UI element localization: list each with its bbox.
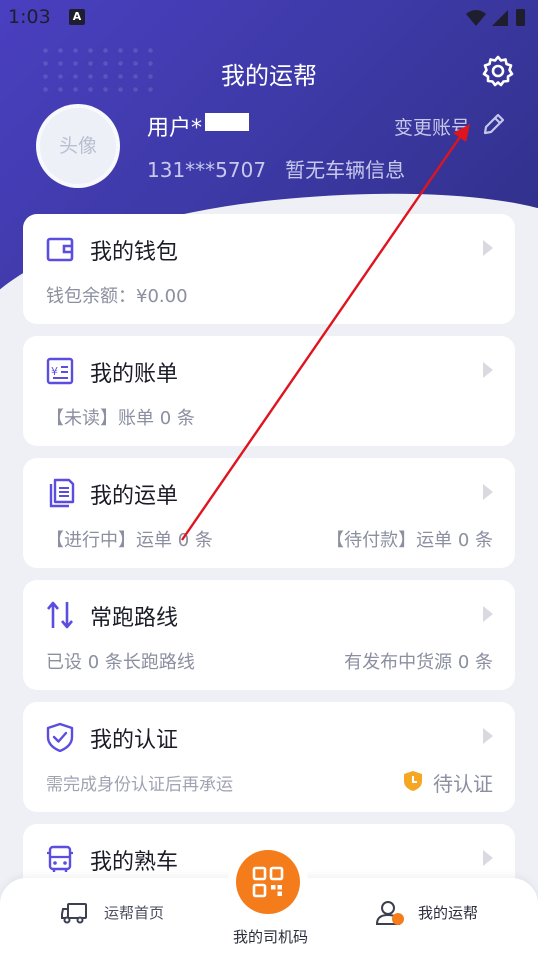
- settings-gear-icon[interactable]: [481, 54, 515, 88]
- route-title: 常跑路线: [90, 606, 179, 631]
- order-pending-payment[interactable]: 【待付款】运单 0 条: [326, 526, 493, 552]
- route-arrows-icon: [47, 601, 73, 629]
- route-card[interactable]: 常跑路线 已设 0 条长跑路线 有发布中货源 0 条: [23, 580, 515, 690]
- tab-mine[interactable]: 我的运帮: [372, 898, 492, 928]
- battery-icon: [516, 9, 525, 26]
- truck-icon: [61, 903, 87, 924]
- pending-clock-icon: [404, 771, 422, 791]
- bill-icon: ¥: [46, 357, 74, 385]
- chevron-right-icon: [483, 850, 493, 866]
- status-icons: [466, 9, 525, 26]
- phone-line: 131***5707 暂无车辆信息: [147, 154, 405, 183]
- tab-mine-label: 我的运帮: [418, 904, 479, 922]
- order-card[interactable]: 我的运单 【进行中】运单 0 条 【待付款】运单 0 条: [23, 458, 515, 568]
- wallet-icon: [46, 237, 74, 262]
- tab-qr-label[interactable]: 我的司机码: [233, 926, 308, 947]
- signal-icon: [492, 10, 508, 26]
- qr-code-icon: [252, 866, 284, 898]
- cert-title: 我的认证: [90, 728, 179, 753]
- username-redaction: [205, 113, 249, 131]
- chevron-right-icon: [483, 484, 493, 500]
- order-title: 我的运单: [90, 484, 179, 509]
- user-icon: [376, 901, 404, 925]
- driver-qr-button[interactable]: [236, 850, 300, 914]
- route-count: 已设 0 条长跑路线: [46, 652, 195, 673]
- shield-check-icon: [46, 722, 74, 752]
- username: 用户*: [147, 116, 203, 141]
- change-account-link[interactable]: 变更账号: [394, 113, 470, 140]
- status-time: 1:03: [8, 6, 51, 28]
- chevron-right-icon: [483, 240, 493, 256]
- wallet-title: 我的钱包: [90, 240, 179, 265]
- chevron-right-icon: [483, 362, 493, 378]
- cert-status: 待认证: [433, 772, 493, 796]
- phone-number: 131***5707: [147, 158, 267, 182]
- cert-hint: 需完成身份认证后再承运: [46, 775, 233, 795]
- status-bar: 1:03 A: [0, 0, 538, 36]
- document-icon: [49, 478, 75, 508]
- truck-front-icon: [47, 845, 73, 872]
- order-in-progress[interactable]: 【进行中】运单 0 条: [46, 526, 213, 552]
- wallet-balance: 钱包余额：¥0.00: [46, 286, 188, 307]
- tab-home[interactable]: 运帮首页: [56, 898, 176, 928]
- bill-unread: 【未读】账单 0 条: [46, 408, 195, 429]
- bill-title: 我的账单: [90, 362, 179, 387]
- page-title: 我的运帮: [221, 62, 317, 90]
- chevron-right-icon: [483, 606, 493, 622]
- bill-card[interactable]: ¥ 我的账单 【未读】账单 0 条: [23, 336, 515, 446]
- notification-a-icon: A: [69, 9, 85, 25]
- svg-text:¥: ¥: [51, 365, 58, 378]
- tab-home-label: 运帮首页: [104, 904, 165, 922]
- vehicle-info: 暂无车辆信息: [285, 158, 406, 182]
- chevron-right-icon: [483, 728, 493, 744]
- route-cargo-count: 有发布中货源 0 条: [344, 652, 493, 673]
- wifi-icon: [466, 10, 486, 26]
- app-screen: 1:03 A 我的运帮 头像 用户* 131***5707 暂无车辆信息 变更账…: [0, 0, 538, 958]
- avatar[interactable]: 头像: [36, 104, 120, 188]
- certification-card[interactable]: 我的认证 需完成身份认证后再承运 待认证: [23, 702, 515, 812]
- edit-pencil-icon[interactable]: [481, 111, 507, 137]
- car-title: 我的熟车: [90, 850, 179, 875]
- wallet-card[interactable]: 我的钱包 钱包余额：¥0.00: [23, 214, 515, 324]
